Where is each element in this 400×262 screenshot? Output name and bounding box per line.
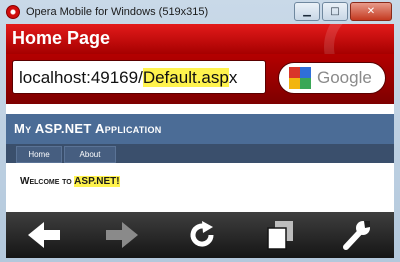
url-prefix: localhost:49169/ <box>19 68 143 87</box>
arrow-left-icon <box>28 222 60 248</box>
welcome-highlight: ASP.NET! <box>74 176 120 187</box>
window-title: Opera Mobile for Windows (519x315) <box>26 6 209 18</box>
url-field[interactable]: localhost:49169/Default.aspx <box>12 60 266 94</box>
tabs-button[interactable] <box>260 218 300 252</box>
google-icon <box>289 67 311 89</box>
nav-about-link[interactable]: About <box>64 146 116 163</box>
site-title: My ASP.NET Application <box>14 121 162 136</box>
minimize-button[interactable]: ▁ <box>294 2 320 21</box>
wrench-icon <box>343 221 370 250</box>
browser-client: Home Page localhost:49169/Default.aspx G… <box>6 24 394 258</box>
page-title: Home Page <box>12 28 111 48</box>
browser-toolbar <box>6 212 394 258</box>
browser-header: Home Page <box>6 24 394 54</box>
web-content: My ASP.NET Application Home About Welcom… <box>6 104 394 212</box>
url-suffix: x <box>228 68 238 87</box>
site-header: My ASP.NET Application <box>6 114 394 144</box>
close-button[interactable]: ✕ <box>350 2 392 21</box>
settings-button[interactable] <box>336 218 376 252</box>
back-button[interactable] <box>24 218 64 252</box>
nav-home-link[interactable]: Home <box>16 146 62 163</box>
maximize-button[interactable]: □ <box>322 2 348 21</box>
welcome-heading: Welcome to ASP.NET! <box>20 176 120 187</box>
welcome-prefix: Welcome to <box>20 176 75 187</box>
address-bar-area: localhost:49169/Default.aspx Google <box>6 54 394 104</box>
tabs-icon <box>267 221 293 250</box>
reload-button[interactable] <box>182 218 222 252</box>
forward-button[interactable] <box>102 218 142 252</box>
arrow-right-icon <box>106 222 138 248</box>
reload-icon <box>190 221 214 247</box>
opera-logo-swoosh <box>324 24 394 54</box>
window-controls: ▁ □ ✕ <box>294 2 392 21</box>
url-highlighted: Default.asp <box>142 68 229 87</box>
search-label: Google <box>317 68 372 87</box>
window-titlebar[interactable]: Opera Mobile for Windows (519x315) ▁ □ ✕ <box>0 0 400 24</box>
search-box[interactable]: Google <box>278 62 386 94</box>
site-nav: Home About <box>6 144 394 163</box>
os-window: Opera Mobile for Windows (519x315) ▁ □ ✕… <box>0 0 400 262</box>
opera-app-icon <box>6 5 20 19</box>
